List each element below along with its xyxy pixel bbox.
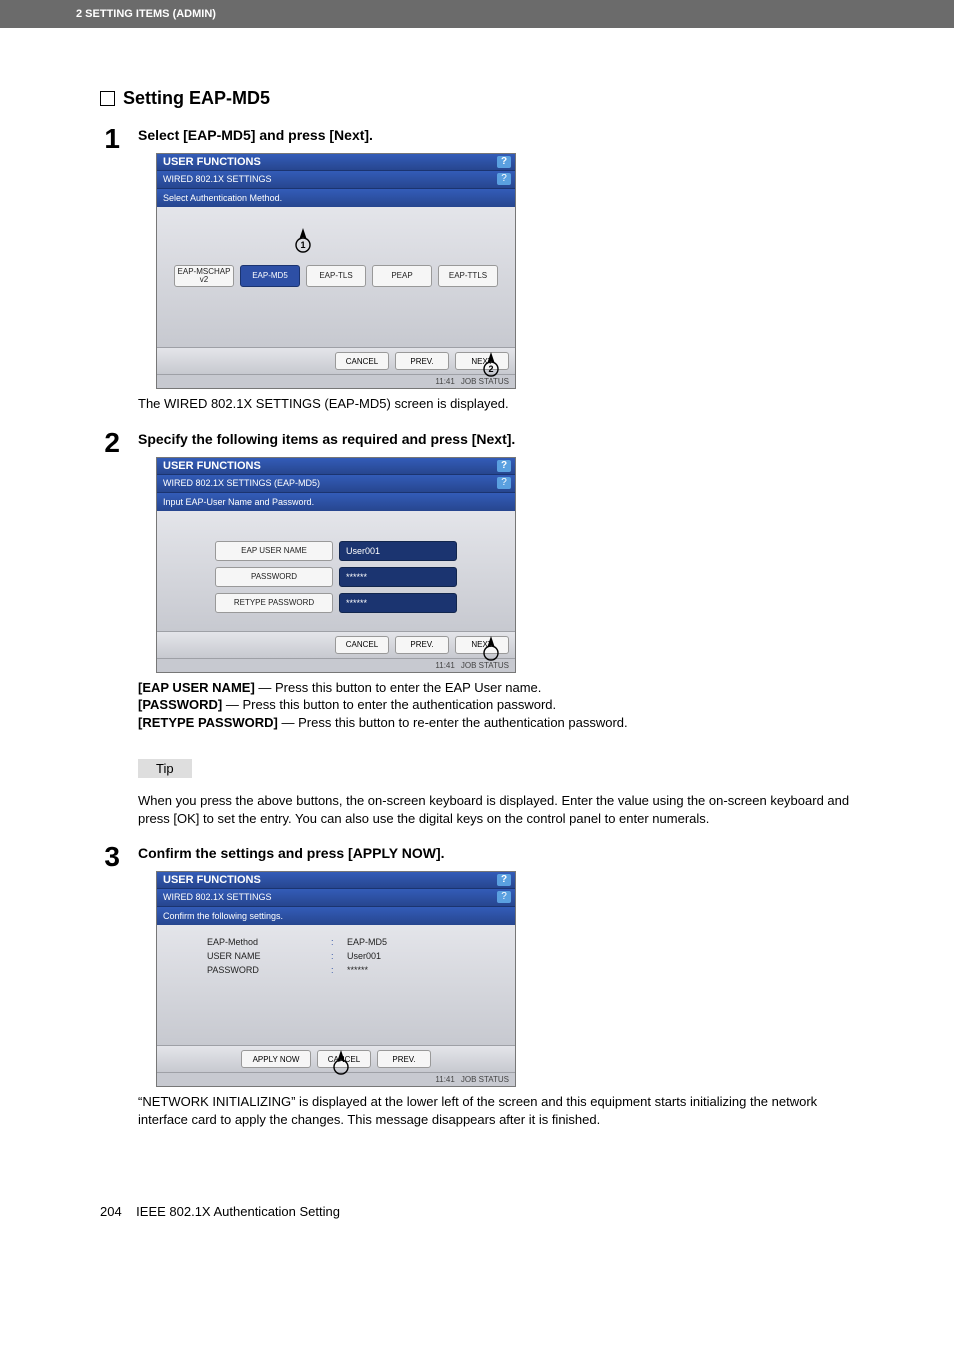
pointer-icon bbox=[477, 634, 505, 662]
step1-instruction: Select [EAP-MD5] and press [Next]. bbox=[138, 127, 854, 143]
step-number-1: 1 bbox=[100, 125, 120, 153]
page-content: Setting EAP-MD5 1 Select [EAP-MD5] and p… bbox=[0, 88, 954, 1204]
screenshot-subtitle: WIRED 802.1X SETTINGS ? bbox=[157, 889, 515, 907]
method-eap-mschap-v2[interactable]: EAP-MSCHAP v2 bbox=[174, 265, 234, 287]
page-header: 2 SETTING ITEMS (ADMIN) bbox=[0, 0, 954, 28]
help-icon[interactable]: ? bbox=[497, 156, 511, 168]
job-status[interactable]: JOB STATUS bbox=[461, 377, 509, 386]
screenshot-time: 11:41 bbox=[435, 1075, 454, 1084]
screenshot-subtitle: WIRED 802.1X SETTINGS ? bbox=[157, 171, 515, 189]
screenshot-time: 11:41 bbox=[435, 661, 454, 670]
retype-password-button[interactable]: RETYPE PASSWORD bbox=[215, 593, 333, 613]
prev-button[interactable]: PREV. bbox=[395, 352, 449, 370]
step1-screenshot: USER FUNCTIONS ? WIRED 802.1X SETTINGS ?… bbox=[156, 153, 516, 389]
step-1: 1 Select [EAP-MD5] and press [Next]. USE… bbox=[100, 125, 854, 423]
step2-descriptions: [EAP USER NAME] — Press this button to e… bbox=[138, 679, 854, 732]
step3-after-text: “NETWORK INITIALIZING” is displayed at t… bbox=[138, 1093, 854, 1128]
help-icon[interactable]: ? bbox=[497, 460, 511, 472]
confirm-password: PASSWORD : ****** bbox=[165, 965, 507, 975]
cancel-button[interactable]: CANCEL bbox=[335, 352, 389, 370]
prev-button[interactable]: PREV. bbox=[377, 1050, 431, 1068]
step1-after-text: The WIRED 802.1X SETTINGS (EAP-MD5) scre… bbox=[138, 395, 854, 413]
svg-text:1: 1 bbox=[300, 240, 305, 250]
tip-label: Tip bbox=[138, 759, 192, 778]
method-eap-tls[interactable]: EAP-TLS bbox=[306, 265, 366, 287]
step-2: 2 Specify the following items as require… bbox=[100, 429, 854, 838]
apply-now-button[interactable]: APPLY NOW bbox=[241, 1050, 311, 1068]
page-footer: 204 IEEE 802.1X Authentication Setting bbox=[0, 1204, 954, 1259]
step2-instruction: Specify the following items as required … bbox=[138, 431, 854, 447]
method-eap-md5[interactable]: EAP-MD5 bbox=[240, 265, 300, 287]
screenshot-subtitle: WIRED 802.1X SETTINGS (EAP-MD5) ? bbox=[157, 475, 515, 493]
pointer-1-icon: 1 bbox=[289, 226, 317, 254]
prev-button[interactable]: PREV. bbox=[395, 636, 449, 654]
eap-user-name-value: User001 bbox=[339, 541, 457, 561]
method-eap-ttls[interactable]: EAP-TTLS bbox=[438, 265, 498, 287]
screenshot-titlebar: USER FUNCTIONS ? bbox=[157, 872, 515, 889]
pointer-icon bbox=[327, 1048, 355, 1076]
retype-password-value: ****** bbox=[339, 593, 457, 613]
confirm-user-name: USER NAME : User001 bbox=[165, 951, 507, 961]
checkbox-icon bbox=[100, 91, 115, 106]
step3-instruction: Confirm the settings and press [APPLY NO… bbox=[138, 845, 854, 861]
help-icon[interactable]: ? bbox=[497, 173, 511, 185]
confirm-eap-method: EAP-Method : EAP-MD5 bbox=[165, 937, 507, 947]
step2-screenshot: USER FUNCTIONS ? WIRED 802.1X SETTINGS (… bbox=[156, 457, 516, 673]
help-icon[interactable]: ? bbox=[497, 874, 511, 886]
svg-text:2: 2 bbox=[488, 364, 493, 374]
password-button[interactable]: PASSWORD bbox=[215, 567, 333, 587]
breadcrumb: 2 SETTING ITEMS (ADMIN) bbox=[76, 8, 216, 20]
step-3: 3 Confirm the settings and press [APPLY … bbox=[100, 843, 854, 1138]
footer-title: IEEE 802.1X Authentication Setting bbox=[136, 1204, 340, 1219]
page-number: 204 bbox=[100, 1204, 122, 1219]
eap-user-name-button[interactable]: EAP USER NAME bbox=[215, 541, 333, 561]
section-title-text: Setting EAP-MD5 bbox=[123, 88, 270, 109]
cancel-button[interactable]: CANCEL bbox=[335, 636, 389, 654]
step3-screenshot: USER FUNCTIONS ? WIRED 802.1X SETTINGS ?… bbox=[156, 871, 516, 1087]
help-icon[interactable]: ? bbox=[497, 477, 511, 489]
screenshot-time: 11:41 bbox=[435, 377, 454, 386]
pointer-2-icon: 2 bbox=[477, 350, 505, 378]
job-status[interactable]: JOB STATUS bbox=[461, 661, 509, 670]
help-icon[interactable]: ? bbox=[497, 891, 511, 903]
screenshot-titlebar: USER FUNCTIONS ? bbox=[157, 458, 515, 475]
tip-text: When you press the above buttons, the on… bbox=[138, 792, 854, 827]
password-value: ****** bbox=[339, 567, 457, 587]
step-number-2: 2 bbox=[100, 429, 120, 457]
section-title: Setting EAP-MD5 bbox=[100, 88, 854, 109]
method-peap[interactable]: PEAP bbox=[372, 265, 432, 287]
screenshot-prompt: Select Authentication Method. bbox=[157, 189, 515, 207]
step-number-3: 3 bbox=[100, 843, 120, 871]
screenshot-prompt: Confirm the following settings. bbox=[157, 907, 515, 925]
job-status[interactable]: JOB STATUS bbox=[461, 1075, 509, 1084]
screenshot-prompt: Input EAP-User Name and Password. bbox=[157, 493, 515, 511]
screenshot-titlebar: USER FUNCTIONS ? bbox=[157, 154, 515, 171]
